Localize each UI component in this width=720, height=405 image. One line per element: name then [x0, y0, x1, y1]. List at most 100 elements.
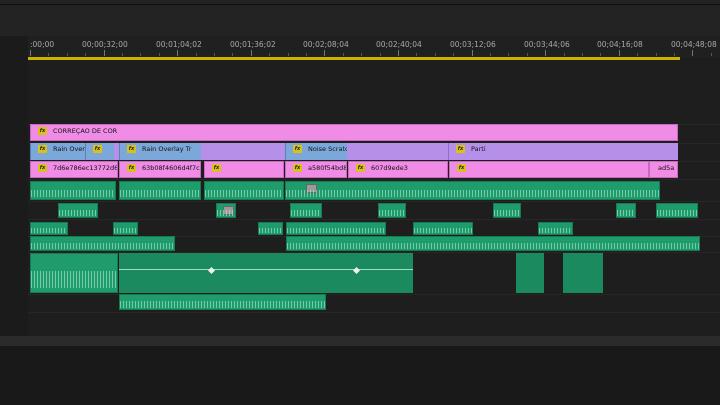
horizontal-scrollbar[interactable]	[0, 336, 720, 346]
fx-badge-icon: fx	[293, 164, 302, 172]
ruler-minor-tick	[434, 53, 436, 56]
ruler-minor-tick	[674, 53, 675, 56]
audio-clip[interactable]	[216, 203, 236, 218]
audio-clip[interactable]	[30, 222, 68, 235]
ruler-minor-tick	[379, 53, 381, 56]
clip-name: Parti	[471, 145, 486, 153]
audio-clip[interactable]	[258, 222, 283, 235]
audio-clip[interactable]	[119, 181, 201, 200]
audio-clip[interactable]	[119, 294, 326, 310]
ruler-minor-tick	[637, 53, 639, 56]
ruler-major-tick	[250, 50, 252, 56]
ruler-minor-tick	[416, 53, 418, 56]
fx-badge-icon: fx	[38, 145, 47, 153]
fx-badge-icon: fx	[457, 164, 466, 172]
clip-name: ad5a	[658, 164, 675, 172]
audio-clip[interactable]	[285, 181, 660, 200]
ruler-timecode: 00;04;16;08	[597, 40, 643, 49]
audio-clip[interactable]	[616, 203, 636, 218]
volume-line	[119, 269, 413, 270]
ruler-timecode: 00;03;12;06	[450, 40, 496, 49]
clip-name: Rain Overlay Tr	[142, 145, 192, 153]
fx-badge-icon: fx	[356, 164, 365, 172]
audio-clip[interactable]	[378, 203, 406, 218]
track-divider	[28, 179, 720, 180]
overlay-clip[interactable]: fx Parti	[448, 143, 508, 160]
audio-clip[interactable]	[119, 253, 413, 293]
overlay-clip[interactable]: fx Rain Over	[30, 143, 85, 160]
video-clip[interactable]: fx 63b08f4606d4f7c1	[119, 161, 201, 178]
ruler-minor-tick	[85, 53, 87, 56]
clip-name: 607d9ede3	[371, 164, 408, 172]
video-clip[interactable]: fx 607d9ede3	[348, 161, 448, 178]
audio-clip[interactable]	[290, 203, 322, 218]
audio-clip[interactable]	[58, 203, 98, 218]
audio-clip[interactable]	[204, 181, 284, 200]
clip-name: a580f54bd8	[308, 164, 347, 172]
track-headers[interactable]	[0, 36, 29, 336]
audio-clip[interactable]	[516, 253, 544, 293]
audio-clip[interactable]	[538, 222, 573, 235]
bottom-panel	[0, 346, 720, 405]
audio-clip[interactable]	[286, 236, 700, 251]
ruler-timecode: 00;04;48;08	[671, 40, 717, 49]
ruler-minor-tick	[122, 53, 123, 56]
ruler-timecode: 00;03;44;06	[524, 40, 570, 49]
time-ruler[interactable]: :00;00 00;00;32;00 00;01;04;02 00;01;36;…	[28, 36, 720, 58]
ruler-minor-tick	[600, 53, 602, 56]
overlay-clip[interactable]: fx Rain Overlay Tr	[119, 143, 201, 160]
ruler-major-tick	[30, 50, 31, 56]
ruler-major-tick	[103, 50, 105, 56]
audio-clip[interactable]	[563, 253, 603, 293]
audio-clip[interactable]	[30, 236, 175, 251]
video-clip[interactable]: fx a580f54bd8	[285, 161, 347, 178]
audio-clip[interactable]	[30, 181, 116, 200]
fx-badge-icon: fx	[127, 145, 136, 153]
audio-clip[interactable]	[30, 253, 118, 293]
video-clip[interactable]: fx 7d6e786ec13772d6e	[30, 161, 118, 178]
ruler-timecode: 00;01;04;02	[156, 40, 202, 49]
track-divider	[28, 219, 720, 220]
ruler-minor-tick	[269, 53, 271, 56]
fx-badge-icon: fx	[38, 164, 47, 172]
audio-clip[interactable]	[493, 203, 521, 218]
ruler-minor-tick	[710, 53, 712, 56]
panel-header	[0, 0, 720, 36]
audio-clip[interactable]	[286, 222, 386, 235]
clip-name: Rain Over	[53, 145, 85, 153]
ruler-timecode: 00;00;32;00	[82, 40, 128, 49]
clip-name: 63b08f4606d4f7c1	[142, 164, 201, 172]
ruler-timecode: 00;01;36;02	[230, 40, 276, 49]
ruler-minor-tick	[563, 53, 565, 56]
clip-thumbnail-icon	[223, 206, 234, 215]
ruler-major-tick	[618, 50, 620, 56]
ruler-major-tick	[324, 50, 326, 56]
fx-badge-icon: fx	[293, 145, 302, 153]
timeline-tracks[interactable]: fx CORREÇAO DE COR fx fx Rain Over fx fx…	[28, 60, 720, 336]
ruler-minor-tick	[158, 53, 160, 56]
ruler-minor-tick	[361, 53, 363, 56]
audio-clip[interactable]	[113, 222, 138, 235]
ruler-minor-tick	[490, 53, 491, 56]
fx-badge-icon: fx	[456, 145, 465, 153]
audio-clip[interactable]	[413, 222, 473, 235]
overlay-clip[interactable]: fx	[85, 143, 114, 160]
track-divider	[28, 201, 720, 202]
clip-title: CORREÇAO DE COR	[53, 127, 118, 135]
fx-badge-icon: fx	[38, 127, 47, 135]
ruler-minor-tick	[232, 53, 234, 56]
ruler-minor-tick	[655, 53, 657, 56]
video-clip[interactable]: fx	[449, 161, 649, 178]
ruler-minor-tick	[287, 53, 289, 56]
track-divider	[28, 312, 720, 313]
video-clip[interactable]: ad5a	[649, 161, 678, 178]
ruler-timecode: 00;02;08;04	[303, 40, 349, 49]
overlay-clip[interactable]: fx Noise Scratc	[285, 143, 347, 160]
audio-clip[interactable]	[656, 203, 698, 218]
adjustment-clip[interactable]: fx CORREÇAO DE COR	[30, 124, 678, 141]
ruler-minor-tick	[582, 53, 583, 56]
video-clip[interactable]: fx	[204, 161, 284, 178]
fx-badge-icon: fx	[93, 145, 102, 153]
ruler-minor-tick	[214, 53, 215, 56]
ruler-minor-tick	[453, 53, 455, 56]
